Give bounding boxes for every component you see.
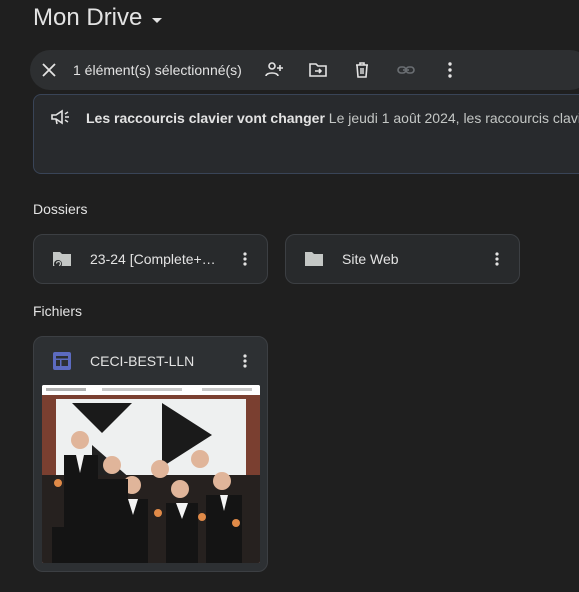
more-vert-icon [243, 354, 247, 368]
group-photo-thumbnail [42, 385, 260, 563]
move-to-folder-icon [309, 63, 327, 77]
close-icon [42, 63, 56, 77]
share-icon [265, 62, 283, 77]
clear-selection-button[interactable] [31, 52, 67, 88]
delete-button[interactable] [344, 52, 380, 88]
copy-link-button[interactable] [388, 52, 424, 88]
more-vert-icon [495, 252, 499, 266]
files-heading: Fichiers [33, 303, 83, 319]
banner-text: Les raccourcis clavier vont changer Le j… [86, 110, 579, 126]
page-title: Mon Drive [33, 4, 143, 31]
move-button[interactable] [300, 52, 336, 88]
shared-folder-icon [50, 247, 74, 271]
caret-down-icon [152, 17, 163, 23]
banner-body: Le jeudi 1 août 2024, les raccourcis cla… [328, 110, 579, 126]
folder-more-button[interactable] [483, 245, 511, 273]
announcement-icon [50, 109, 70, 132]
folder-card[interactable]: 23-24 [Complete+… [33, 234, 268, 284]
more-actions-button[interactable] [432, 52, 468, 88]
trash-icon [355, 62, 368, 78]
file-more-button[interactable] [231, 347, 259, 375]
folder-name: Site Web [342, 251, 399, 267]
drive-title-dropdown[interactable]: Mon Drive [33, 4, 163, 32]
share-button[interactable] [256, 52, 292, 88]
folder-more-button[interactable] [231, 245, 259, 273]
file-card[interactable]: CECI-BEST-LLN [33, 336, 268, 572]
file-name: CECI-BEST-LLN [90, 353, 195, 369]
folder-card[interactable]: Site Web [285, 234, 520, 284]
google-sites-icon [53, 352, 71, 370]
more-vert-icon [243, 252, 247, 266]
file-card-header: CECI-BEST-LLN [34, 337, 267, 385]
folders-heading: Dossiers [33, 201, 88, 217]
announcement-banner: Les raccourcis clavier vont changer Le j… [33, 94, 579, 174]
selection-toolbar: 1 élément(s) sélectionné(s) [30, 50, 579, 90]
more-vert-icon [448, 62, 452, 78]
folder-icon [302, 247, 326, 271]
link-icon [397, 66, 415, 74]
folder-name: 23-24 [Complete+… [90, 251, 216, 267]
file-thumbnail [42, 385, 260, 563]
selection-count: 1 élément(s) sélectionné(s) [73, 62, 242, 78]
banner-title: Les raccourcis clavier vont changer [86, 110, 325, 126]
